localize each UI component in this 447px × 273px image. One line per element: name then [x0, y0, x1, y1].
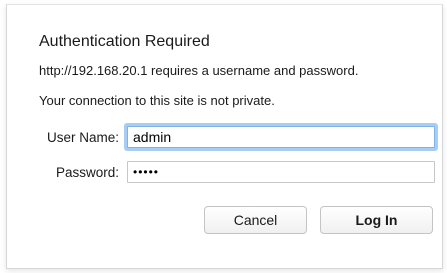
auth-message: http://192.168.20.1 requires a username …: [39, 63, 359, 78]
username-field[interactable]: admin: [127, 126, 435, 148]
username-label: User Name:: [46, 130, 119, 145]
privacy-warning: Your connection to this site is not priv…: [39, 93, 275, 108]
password-field[interactable]: •••••: [127, 161, 435, 183]
cancel-button[interactable]: Cancel: [204, 206, 307, 234]
auth-dialog: Authentication Required http://192.168.2…: [6, 4, 443, 269]
page: Authentication Required http://192.168.2…: [0, 0, 447, 273]
password-label: Password:: [55, 165, 119, 180]
dialog-title: Authentication Required: [39, 33, 210, 50]
login-button[interactable]: Log In: [320, 206, 433, 234]
